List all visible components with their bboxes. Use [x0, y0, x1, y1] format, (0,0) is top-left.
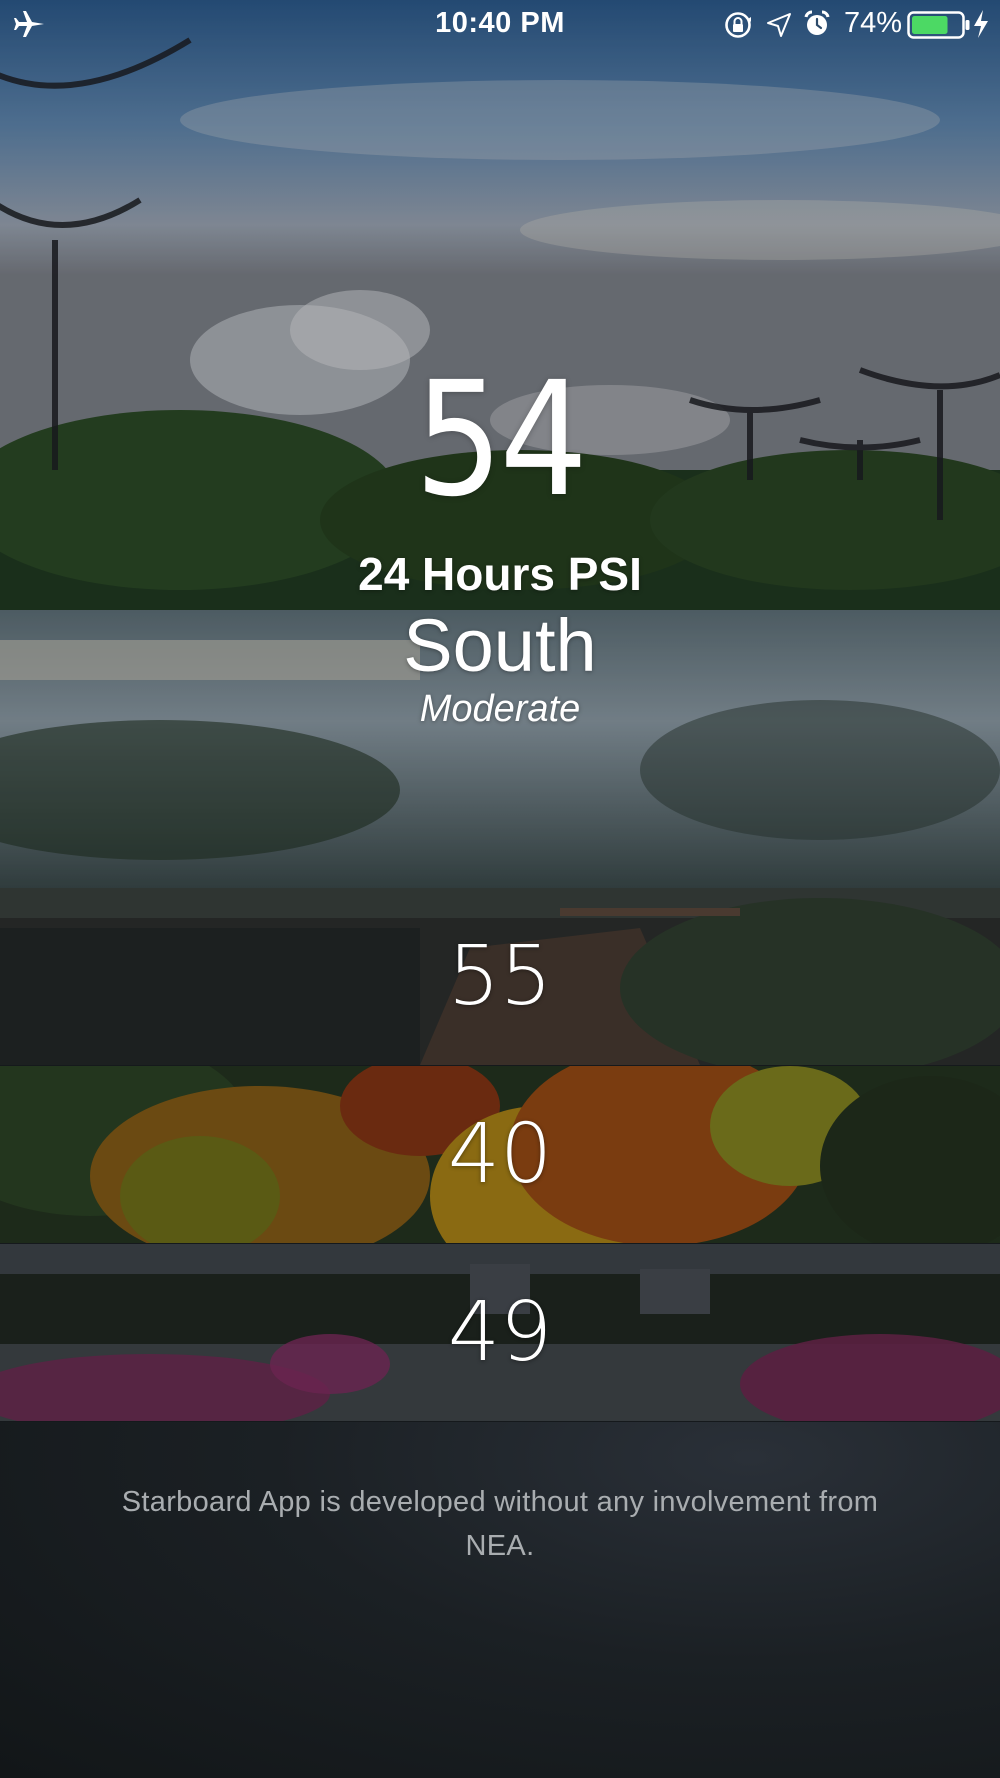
psi-value-text: 54 — [415, 348, 588, 532]
region-row-value: 49 — [447, 1285, 553, 1380]
main-reading[interactable]: 54 24 Hours PSI South Moderate — [0, 360, 1000, 732]
region-row-value: 40 — [447, 1107, 553, 1202]
region-row-value: 55 — [447, 929, 553, 1024]
region-row[interactable]: 55 — [0, 888, 1000, 1065]
orientation-lock-icon — [725, 12, 751, 38]
alarm-icon — [804, 10, 830, 35]
location-arrow-icon — [767, 13, 791, 37]
region-row[interactable]: 40 — [0, 1066, 1000, 1243]
status-bar: 10:40 PM 74% — [0, 0, 1000, 50]
region-row[interactable]: 49 — [0, 1244, 1000, 1421]
charging-bolt-icon — [974, 10, 988, 38]
psi-value: 54 — [0, 360, 1000, 520]
region-name: South — [403, 604, 597, 687]
disclaimer-text: Starboard App is developed without any i… — [121, 1486, 879, 1562]
footer: Starboard App is developed without any i… — [0, 1422, 1000, 1778]
battery-icon — [907, 11, 970, 39]
air-quality-status: Moderate — [419, 688, 581, 730]
psi-label: 24 Hours PSI — [358, 548, 642, 600]
battery-percentage: 74% — [844, 7, 903, 39]
